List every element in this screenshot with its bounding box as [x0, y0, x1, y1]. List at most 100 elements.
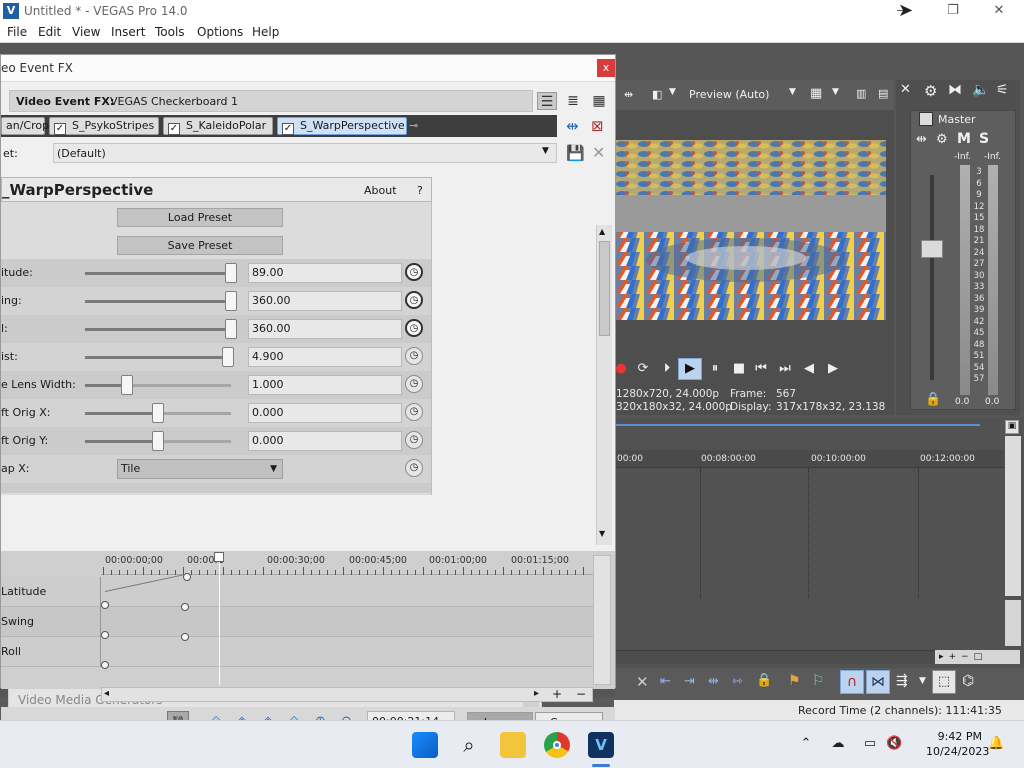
- restore-button[interactable]: ❐: [930, 2, 976, 20]
- checkbox-icon[interactable]: ✓: [54, 123, 66, 135]
- param-slider-track[interactable]: [85, 272, 231, 275]
- keyframe-toggle-icon[interactable]: ◷: [405, 347, 423, 365]
- lock-event-icon[interactable]: 🔒: [756, 673, 772, 688]
- play-button[interactable]: ▶: [678, 358, 702, 380]
- region-insert-icon[interactable]: ⚐: [812, 673, 825, 689]
- param-slider-track[interactable]: [85, 328, 231, 331]
- trim-end-icon[interactable]: ⇥: [684, 674, 695, 689]
- delete-icon[interactable]: ✕: [636, 673, 649, 691]
- param-value-field[interactable]: 360.00: [248, 319, 402, 339]
- marker-icon[interactable]: ▣: [1005, 420, 1019, 434]
- split-icon[interactable]: ⇹: [708, 674, 719, 689]
- checkbox-icon[interactable]: ✓: [282, 123, 294, 135]
- master-fader[interactable]: [921, 240, 943, 258]
- menu-file[interactable]: File: [7, 25, 27, 39]
- menu-insert[interactable]: Insert: [111, 25, 145, 39]
- save-snapshot-icon[interactable]: ▤: [878, 87, 888, 100]
- menu-view[interactable]: View: [72, 25, 100, 39]
- keyframe-toggle-icon[interactable]: ◷: [405, 403, 423, 421]
- solo-button[interactable]: S: [979, 131, 989, 147]
- onedrive-icon[interactable]: ☁: [830, 736, 846, 752]
- param-slider-thumb[interactable]: [225, 263, 237, 283]
- bus-fx-icon[interactable]: ⚙: [936, 132, 948, 147]
- trim-start-icon[interactable]: ⇤: [660, 674, 671, 689]
- menu-tools[interactable]: Tools: [155, 25, 185, 39]
- chevron-up-icon[interactable]: ⌃: [798, 736, 814, 752]
- marker-insert-icon[interactable]: ⚑: [788, 673, 801, 689]
- param-value-field[interactable]: 4.900: [248, 347, 402, 367]
- snapping-toggle[interactable]: ∩: [840, 670, 864, 694]
- search-icon[interactable]: ⌕: [456, 732, 482, 758]
- speaker-icon[interactable]: 🔈: [972, 82, 989, 98]
- scroll-right-icon[interactable]: ▸: [534, 688, 539, 699]
- overlays-dropdown-icon[interactable]: ▼: [832, 87, 839, 97]
- system-clock[interactable]: 9:42 PM 10/24/2023: [926, 729, 989, 759]
- param-slider-thumb[interactable]: [222, 347, 234, 367]
- auto-crossfade-toggle[interactable]: ⋈: [866, 670, 890, 694]
- save-preset-button[interactable]: Save Preset: [117, 236, 283, 255]
- scroll-left-icon[interactable]: ◂: [104, 688, 109, 699]
- stop-icon[interactable]: ■: [732, 362, 746, 376]
- play-from-start-icon[interactable]: ⏵: [660, 362, 674, 376]
- keyframe-point[interactable]: [101, 631, 109, 639]
- timeline-zoom-controls[interactable]: [1005, 600, 1021, 646]
- scroll-thumb[interactable]: [599, 241, 610, 336]
- param-slider-thumb[interactable]: [225, 319, 237, 339]
- wrap-x-select[interactable]: Tile ▼: [117, 459, 283, 479]
- keyframe-toggle-icon[interactable]: ◷: [405, 263, 423, 281]
- file-explorer-icon[interactable]: [500, 732, 526, 758]
- copy-snapshot-icon[interactable]: ▥: [856, 87, 866, 100]
- quality-dropdown-icon[interactable]: ▼: [789, 87, 796, 97]
- fx-dropdown-icon[interactable]: ▼: [669, 87, 676, 97]
- keyframe-point[interactable]: [101, 661, 109, 669]
- loop-playback-icon[interactable]: ⟳: [636, 362, 650, 376]
- menu-options[interactable]: Options: [197, 25, 243, 39]
- keyframe-point[interactable]: [181, 603, 189, 611]
- close-panel-icon[interactable]: ✕: [900, 82, 911, 97]
- keyframe-toggle-icon[interactable]: ◷: [405, 459, 423, 477]
- param-slider-track[interactable]: [85, 384, 231, 387]
- menu-edit[interactable]: Edit: [38, 25, 61, 39]
- view-list-icon[interactable]: ≣: [563, 92, 583, 110]
- keyframe-track[interactable]: Roll: [1, 637, 593, 667]
- param-slider-track[interactable]: [85, 300, 231, 303]
- param-slider-thumb[interactable]: [121, 375, 133, 395]
- fx-chip-psykostripes[interactable]: ✓ S_PsykoStripes: [49, 117, 159, 135]
- playhead-handle[interactable]: [214, 552, 224, 562]
- vegas-taskbar-icon[interactable]: V: [588, 732, 614, 758]
- lock-icon[interactable]: 🔒: [925, 392, 941, 407]
- fx-chip-warpperspective[interactable]: ✓ S_WarpPerspective: [277, 117, 407, 135]
- playhead-line[interactable]: [219, 555, 220, 685]
- preview-quality-select[interactable]: Preview (Auto): [689, 88, 769, 101]
- pause-icon[interactable]: ⏸: [708, 362, 722, 376]
- zoom-out-icon[interactable]: −: [576, 687, 586, 701]
- checkbox-icon[interactable]: ✓: [168, 123, 180, 135]
- timeline-hzoom-controls[interactable]: ▸+−□: [935, 650, 1020, 664]
- next-frame-icon[interactable]: ▶: [826, 362, 840, 376]
- timeline-vscroll[interactable]: [1005, 436, 1021, 596]
- start-icon[interactable]: [412, 732, 438, 758]
- about-button[interactable]: About: [364, 184, 397, 197]
- fx-chain-icon[interactable]: ⇹: [916, 132, 927, 147]
- record-icon[interactable]: ●: [614, 362, 628, 376]
- param-value-field[interactable]: 0.000: [248, 403, 402, 423]
- keyframe-toggle-icon[interactable]: ◷: [405, 319, 423, 337]
- mixer-settings-icon[interactable]: ⚟: [996, 82, 1009, 98]
- preview-fx-icon[interactable]: ◧: [652, 88, 662, 101]
- keyframe-track[interactable]: Latitude: [1, 577, 593, 607]
- keyframe-toggle-icon[interactable]: ◷: [405, 291, 423, 309]
- mute-button[interactable]: M: [957, 131, 971, 147]
- bypass-icon[interactable]: ⧓: [948, 82, 962, 98]
- remove-plugin-icon[interactable]: ⊠: [591, 117, 604, 135]
- keyframe-point[interactable]: [181, 633, 189, 641]
- previous-frame-icon[interactable]: ◀: [802, 362, 816, 376]
- param-value-field[interactable]: 1.000: [248, 375, 402, 395]
- master-properties-icon[interactable]: ⚙: [924, 82, 937, 100]
- split-screen-icon[interactable]: ⇹: [624, 88, 633, 101]
- save-preset-icon[interactable]: 💾: [566, 144, 585, 162]
- view-single-icon[interactable]: ☰: [537, 92, 557, 110]
- close-button[interactable]: ✕: [976, 2, 1022, 20]
- param-slider-thumb[interactable]: [152, 403, 164, 423]
- keyframe-hscroll[interactable]: ◂ ▸ + −: [101, 687, 593, 702]
- keyframe-toggle-icon[interactable]: ◷: [405, 431, 423, 449]
